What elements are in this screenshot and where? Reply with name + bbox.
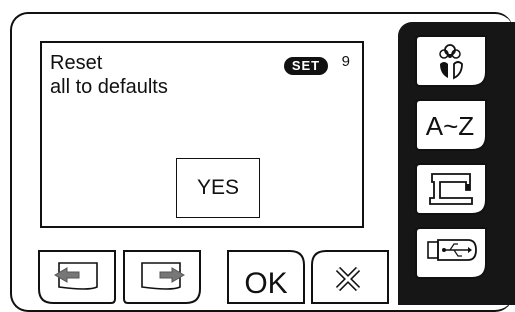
ok-label: OK [244, 267, 287, 300]
message-line-2: all to defaults [50, 76, 168, 98]
message-text: Reset all to defaults [50, 51, 168, 99]
yes-button[interactable]: YES [176, 158, 260, 218]
next-button[interactable] [122, 249, 202, 305]
close-button[interactable] [310, 249, 390, 305]
sidebar-item-usb[interactable] [410, 226, 490, 280]
sidebar-item-sewing[interactable] [410, 162, 490, 216]
set-number: 9 [341, 53, 350, 70]
ok-button[interactable]: OK [226, 249, 306, 305]
alphabet-label: A~Z [426, 111, 475, 141]
message-line-1: Reset [50, 52, 103, 74]
previous-button[interactable] [37, 249, 117, 305]
sidebar-item-alphabet[interactable]: A~Z [410, 98, 490, 152]
message-panel: Reset all to defaults SET 9 YES [40, 41, 364, 228]
set-badge: SET [284, 57, 328, 75]
sidebar-item-pattern[interactable] [410, 34, 490, 88]
